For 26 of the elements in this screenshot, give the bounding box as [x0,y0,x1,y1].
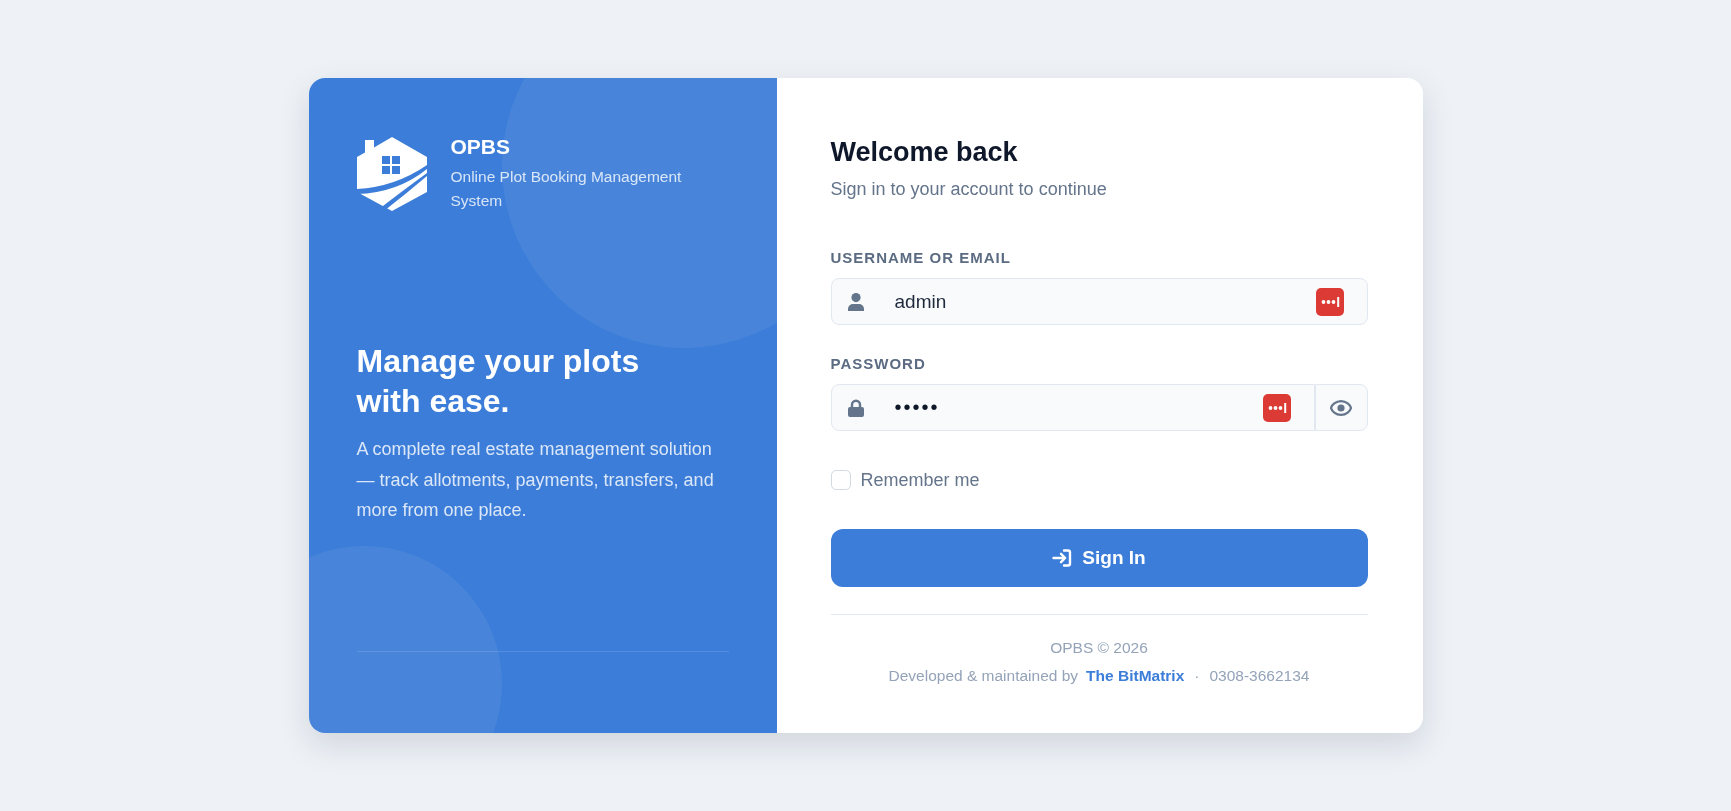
username-label: USERNAME OR EMAIL [830,248,1011,268]
house-logo-icon [356,137,427,211]
brand-name: OPBS [450,134,511,160]
login-icon [1052,548,1073,568]
company-link[interactable]: The BitMatrix [1086,665,1185,687]
password-dots-icon [1315,287,1344,316]
sign-in-button[interactable]: Sign In [830,529,1368,587]
hero-description: A complete real estate management solution — track allotments, payments, transfers, and more from one place. [356,438,715,522]
username-field[interactable]: admin [830,278,1368,325]
separator-dot: · [1194,666,1200,686]
copyright-text: OPBS © 2026 [1050,638,1148,658]
brand-tagline: Online Plot Booking Management System [450,167,683,211]
show-password-button[interactable] [1314,384,1368,431]
phone-number: 0308-3662134 [1209,666,1310,686]
user-icon [847,292,864,311]
form-subtitle: Sign in to your account to continue [830,178,1107,200]
hero-heading: Manage your plots with ease. [356,342,641,421]
eye-icon [1330,399,1352,416]
password-field[interactable]: ••••• [830,384,1315,431]
remember-me-label[interactable]: Remember me [860,469,980,491]
form-title: Welcome back [830,136,1018,168]
lock-icon [847,398,864,417]
password-dots-icon [1262,393,1291,422]
credit-text: Developed & maintained by [888,666,1079,686]
password-label: PASSWORD [830,354,926,374]
remember-checkbox[interactable] [830,470,851,490]
